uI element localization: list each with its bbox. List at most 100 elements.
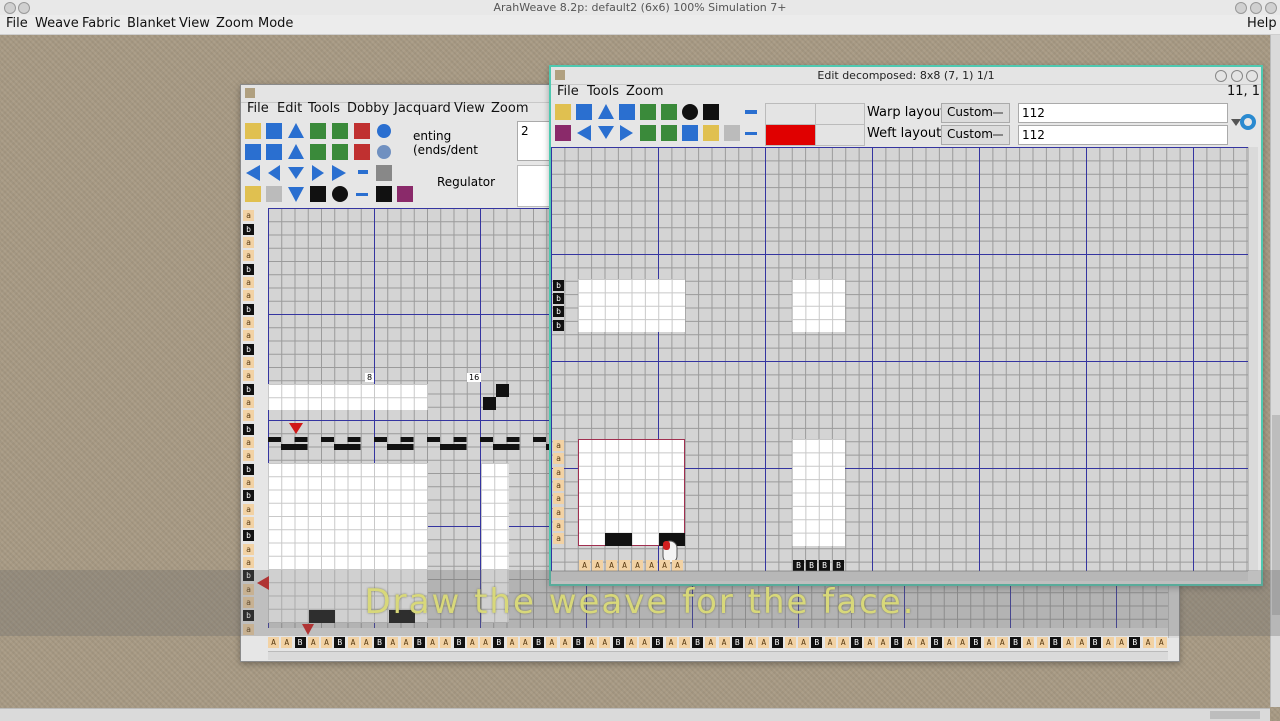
menu-zoom[interactable]: Zoom [216,16,253,31]
label-a: a [243,237,254,248]
app-titlebar: ArahWeave 8.2p: default2 (6x6) 100% Simu… [0,0,1280,16]
weave-cell-black[interactable] [605,533,632,546]
zoom-in-grid-icon [310,123,326,139]
decomposed-titlebar[interactable]: Edit decomposed: 8x8 (7, 1) 1/1 [551,67,1261,85]
label-b: b [243,264,254,275]
minimize-icon[interactable] [1235,2,1247,14]
label-a: a [243,477,254,488]
white-block[interactable] [792,279,845,332]
label-B: B [294,637,306,648]
left-arrow-icon [268,165,280,181]
label-b: b [243,424,254,435]
label-A: A [745,637,756,648]
app-title: ArahWeave 8.2p: default2 (6x6) 100% Simu… [493,1,787,14]
cut-2-icon [354,144,370,160]
edit-area-selected[interactable] [578,439,685,546]
weave-bottom-labels-row: AABAABAABAABAABAABAABAABAABAABAABAABAABA… [268,637,1168,649]
white-block[interactable] [792,439,845,546]
white-block[interactable] [268,384,428,410]
label-b: b [553,280,564,291]
red-marker-down-icon[interactable] [289,423,303,435]
weave-menu-tools[interactable]: Tools [308,101,340,116]
brush-icon [245,123,261,139]
arrow-in-icon [266,144,282,160]
label-a: a [243,557,254,568]
minus-icon [745,132,757,135]
label-B: B [970,637,982,648]
menu-blanket[interactable]: Blanket [127,16,176,31]
redo-icon [266,186,282,202]
weave-stitch-row [281,444,551,450]
label-A: A [599,637,611,648]
refresh-icon[interactable] [1239,113,1257,131]
menu-mode[interactable]: Mode [258,16,293,31]
weave-toolbar-icons[interactable] [243,121,413,205]
color-swatch-selected[interactable] [765,124,817,146]
weave-menu-view[interactable]: View [454,101,485,116]
white-block[interactable] [578,279,685,332]
decomposed-vertical-scrollbar[interactable] [1248,147,1258,571]
denting-input[interactable]: 2 [517,121,550,161]
menu-file[interactable]: File [6,16,28,31]
close-icon[interactable] [1246,70,1258,82]
menu-weave[interactable]: Weave [35,16,79,31]
decomposed-menu-zoom[interactable]: Zoom [626,84,663,99]
decomposed-menu-tools[interactable]: Tools [587,84,619,99]
warp-layout-field[interactable]: 112 [1018,103,1228,123]
regulator-input[interactable] [517,165,553,207]
pin-icon[interactable] [18,2,30,14]
down-double-arrow-icon [288,187,304,202]
label-A: A [1063,637,1074,648]
warp-layout-select[interactable]: Custom [941,103,1010,123]
label-B: B [612,637,624,648]
decomposed-toolbar[interactable] [553,103,765,145]
close-icon[interactable] [1265,2,1277,14]
label-B: B [334,637,346,648]
label-a: a [243,317,254,328]
weave-menu-file[interactable]: File [247,101,269,116]
window-icon [555,70,565,80]
label-A: A [440,637,452,648]
weft-layout-field[interactable]: 112 [1018,125,1228,145]
label-A: A [718,637,730,648]
weave-menu-dobby[interactable]: Dobby [347,101,389,116]
label-A: A [281,637,293,648]
scrollbar-thumb[interactable] [1210,711,1260,719]
label-A: A [1023,637,1035,648]
weft-layout-select[interactable]: Custom [941,125,1010,145]
window-menu-icon[interactable] [4,2,16,14]
label-a: a [553,533,564,544]
weave-cell-black[interactable] [483,397,496,410]
weave-menu-zoom[interactable]: Zoom [491,101,528,116]
weave-menu-edit[interactable]: Edit [277,101,302,116]
label-A: A [559,637,571,648]
label-a: a [243,330,254,341]
weave-cell-black[interactable] [496,384,509,397]
menu-view[interactable]: View [179,16,210,31]
color-swatch-empty[interactable] [815,124,865,146]
weave-menu-jacquard[interactable]: Jacquard [394,101,451,116]
label-A: A [307,637,319,648]
label-A: A [347,637,359,648]
menu-fabric[interactable]: Fabric [82,16,121,31]
label-B: B [851,637,862,648]
color-swatch-empty[interactable] [765,103,817,125]
desktop-horizontal-scrollbar[interactable] [0,708,1270,721]
label-a: a [553,480,564,491]
menu-help[interactable]: Help [1247,16,1277,31]
label-A: A [705,637,717,648]
brush-icon [555,104,571,120]
label-A: A [586,637,597,648]
label-B: B [930,637,942,648]
weave-horizontal-scrollbar[interactable] [268,651,1168,660]
minimize-icon[interactable] [1215,70,1227,82]
decomposed-menu-file[interactable]: File [557,84,579,99]
label-B: B [890,637,902,648]
label-A: A [943,637,955,648]
maximize-icon[interactable] [1231,70,1243,82]
diagonal-2-icon [332,144,348,160]
color-swatch-empty[interactable] [815,103,865,125]
decomposed-title: Edit decomposed: 8x8 (7, 1) 1/1 [817,69,995,82]
label-B: B [493,637,505,648]
maximize-icon[interactable] [1250,2,1262,14]
